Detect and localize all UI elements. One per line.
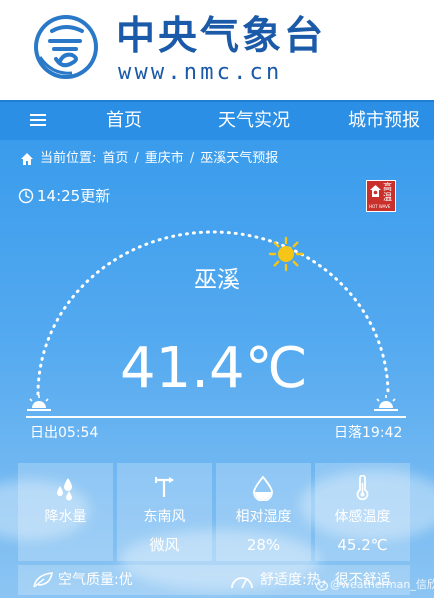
menu-icon[interactable] [30,111,48,131]
current-temperature: 41.4℃ [120,336,308,401]
weibo-icon [316,581,329,591]
thermometer-icon [356,475,369,501]
comfort-gauge-icon [231,577,253,589]
stat-tile-precipitation: 降水量 [18,463,113,561]
stat-tile-humidity: 相对湿度 28% [216,463,311,561]
nav-item-home[interactable]: 首页 [106,110,142,132]
weather-stats: 降水量 东南风 微风 相对湿度 28% 体感温度 45.2℃ [18,463,410,561]
humidity-drop-icon [253,475,273,501]
nav-item-observations[interactable]: 天气实况 [218,110,290,132]
stat-tile-feels-like: 体感温度 45.2℃ [315,463,410,561]
site-header: 中央气象台 www.nmc.cn [0,0,434,100]
weather-card: 当前位置: 首页 / 重庆市 / 巫溪天气预报 14:25更新 高 温 HOT … [0,140,434,598]
leaf-icon [33,572,53,588]
sunset-time: 日落19:42 [334,425,403,441]
raindrops-icon [57,478,72,501]
sunrise-time: 日出05:54 [30,425,99,441]
nmc-logo-icon[interactable] [32,13,100,81]
stat-label: 相对湿度 [235,509,292,525]
stat-value: 微风 [149,536,180,554]
stat-label: 体感温度 [334,509,391,525]
stat-value: 45.2℃ [337,536,388,554]
stat-label: 降水量 [44,509,87,525]
sunset-icon [374,395,398,411]
stat-label: 东南风 [143,509,186,525]
watermark: @weatherman_信欣 [330,578,434,591]
sunrise-icon [27,395,51,411]
stat-value: 28% [246,536,281,554]
horizon-line [26,416,406,418]
brand-title[interactable]: 中央气象台 [116,14,326,60]
main-nav: 首页 天气实况 城市预报 [0,100,434,140]
air-comfort-bar: 空气质量:优 舒适度:热，很不舒适 @weatherman_信欣 [18,565,434,595]
brand-url[interactable]: www.nmc.cn [118,61,282,85]
air-quality[interactable]: 空气质量:优 [58,571,133,589]
city-name: 巫溪 [194,267,240,293]
stat-tile-wind: 东南风 微风 [117,463,212,561]
nav-item-city-forecast[interactable]: 城市预报 [348,110,420,132]
wind-vane-icon [155,477,174,497]
